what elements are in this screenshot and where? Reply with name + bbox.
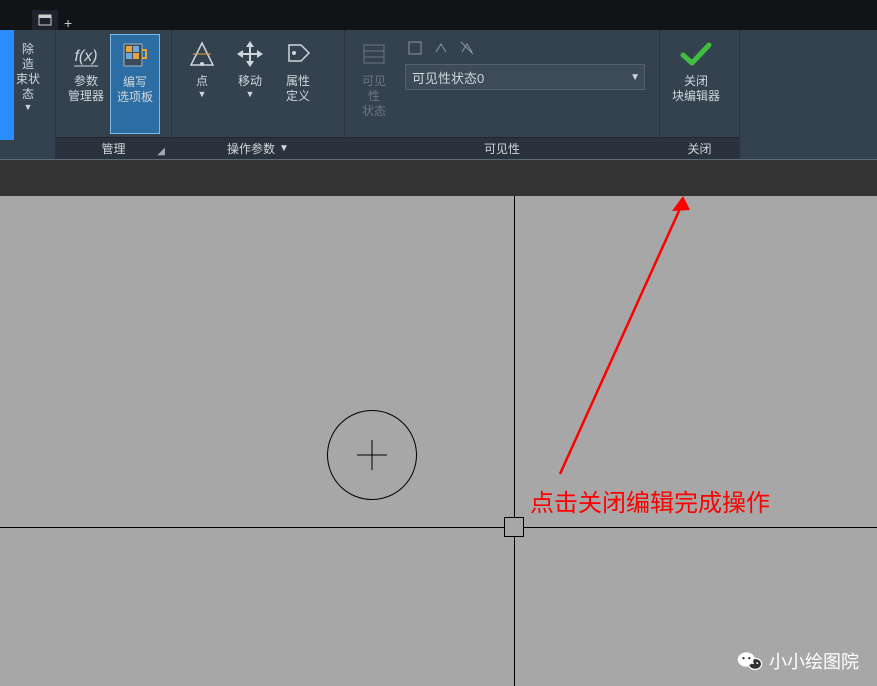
quick-tab[interactable]	[32, 10, 58, 30]
drawing-area[interactable]: 点击关闭编辑完成操作 小小绘图院	[0, 160, 877, 686]
close-l2: 块编辑器	[672, 89, 720, 103]
annotation-text: 点击关闭编辑完成操作	[530, 488, 770, 520]
move-button[interactable]: 移动 ▼	[226, 34, 274, 134]
constraint-line1: 除	[22, 42, 34, 56]
move-lbl: 移动	[238, 74, 262, 88]
visibility-state-value: 可见性状态0	[412, 68, 484, 87]
ribbon: 除 造 束状态 ▼ f(x) 参数 管理器	[0, 30, 877, 160]
panel-manage: f(x) 参数 管理器 编写 选项板	[56, 30, 172, 159]
close-l1: 关闭	[684, 74, 708, 88]
palette-icon	[117, 37, 153, 73]
constraint-line2: 造	[22, 57, 34, 71]
watermark: 小小绘图院	[737, 648, 859, 674]
panel-empty	[740, 30, 877, 159]
move-icon	[232, 36, 268, 72]
chevron-down-icon[interactable]: ▼	[279, 143, 289, 154]
point-icon	[184, 36, 220, 72]
visibility-states-button: 可见性 状态	[351, 34, 397, 134]
param-manager-button[interactable]: f(x) 参数 管理器	[62, 34, 110, 134]
panel-close: 关闭 块编辑器 关闭	[660, 30, 740, 159]
tag-icon	[280, 36, 316, 72]
authoring-palette-button[interactable]: 编写 选项板	[110, 34, 160, 134]
visibility-icon	[356, 36, 392, 72]
chevron-down-icon: ▼	[630, 72, 640, 83]
checkmark-icon	[678, 36, 714, 72]
dialog-launcher-icon[interactable]: ◢	[157, 146, 165, 157]
visibility-state-dropdown[interactable]: 可见性状态0 ▼	[405, 64, 645, 90]
authoring-l2: 选项板	[117, 90, 153, 104]
vis-l1: 可见性	[362, 74, 386, 103]
model-canvas[interactable]: 点击关闭编辑完成操作	[0, 196, 877, 686]
watermark-text: 小小绘图院	[769, 648, 859, 674]
panel-title-close: 关闭	[660, 137, 739, 159]
vis-mode-icon[interactable]	[405, 38, 425, 58]
param-mgr-l1: 参数	[74, 74, 98, 88]
close-block-editor-button[interactable]: 关闭 块编辑器	[666, 34, 726, 134]
add-tab-button[interactable]: +	[60, 16, 76, 30]
chevron-down-icon: ▼	[246, 89, 255, 99]
svg-text:f(x): f(x)	[74, 48, 97, 65]
app-menu-button[interactable]	[0, 30, 14, 140]
circle-entity[interactable]	[327, 410, 417, 500]
chevron-down-icon: ▼	[24, 102, 33, 112]
constraint-line3: 束状态	[16, 72, 40, 101]
visibility-toggle-icons	[405, 38, 645, 58]
panel-title-manage: 管理 ◢	[56, 137, 171, 159]
function-icon: f(x)	[68, 36, 104, 72]
attrdef-button[interactable]: 属性 定义	[274, 34, 322, 134]
panel-action-params: 点 ▼ 移动 ▼	[172, 30, 345, 159]
point-button[interactable]: 点 ▼	[178, 34, 226, 134]
attr-l2: 定义	[286, 89, 310, 103]
crosshair-vertical	[514, 196, 515, 686]
param-mgr-l2: 管理器	[68, 89, 104, 103]
panel-visibility: 可见性 状态 可见性状态0 ▼ 可见性	[345, 30, 660, 159]
origin-grip[interactable]	[504, 517, 524, 537]
vis-hide-icon[interactable]	[457, 38, 477, 58]
quick-access-bar: +	[0, 0, 877, 30]
wechat-icon	[737, 650, 763, 672]
attr-l1: 属性	[286, 74, 310, 88]
chevron-down-icon: ▼	[198, 89, 207, 99]
crosshair-horizontal	[0, 527, 877, 528]
vis-l2: 状态	[362, 104, 386, 118]
panel-title-action: 操作参数 ▼	[172, 137, 344, 159]
point-lbl: 点	[196, 74, 208, 88]
panel-title-visibility: 可见性	[345, 137, 659, 159]
vis-show-icon[interactable]	[431, 38, 451, 58]
annotation-arrow	[0, 196, 877, 686]
authoring-l1: 编写	[123, 75, 147, 89]
